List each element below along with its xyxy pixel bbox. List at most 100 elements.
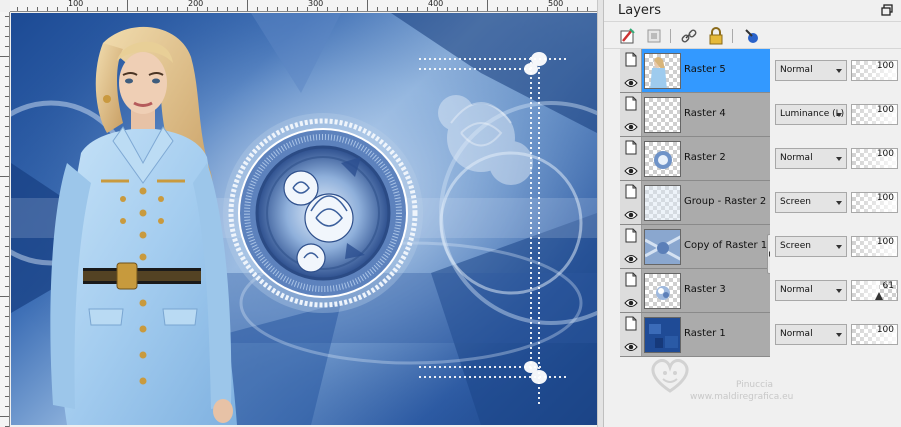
ruler-tick (5, 376, 9, 377)
watermark-name: Pinuccia (736, 380, 774, 390)
blend-mode-value: Luminance (L) (780, 109, 845, 119)
ruler-tick (407, 7, 408, 11)
ruler-tick (187, 7, 188, 11)
visibility-eye-icon[interactable] (624, 338, 638, 351)
blend-mode-dropdown[interactable]: Screen (775, 236, 847, 257)
ruler-tick (287, 7, 288, 11)
layer-page-icon[interactable] (624, 184, 638, 199)
ruler-tick (307, 7, 308, 11)
ruler-label: 500 (548, 0, 564, 8)
layer-row[interactable]: Raster 2 (620, 137, 770, 181)
ruler-tick (297, 7, 298, 11)
blend-mode-value: Screen (780, 241, 811, 251)
ruler-tick (137, 7, 138, 11)
visibility-eye-icon[interactable] (624, 74, 638, 87)
ruler-tick (577, 7, 578, 11)
ruler-tick (5, 66, 9, 67)
layer-page-icon[interactable] (624, 52, 638, 67)
panel-header: Layers (604, 0, 901, 22)
layer-row[interactable]: Raster 3 (620, 269, 770, 313)
visibility-eye-icon[interactable] (624, 162, 638, 175)
canvas-image[interactable] (11, 13, 597, 425)
layers-toolbar (604, 23, 901, 49)
layer-thumbnail[interactable] (644, 185, 681, 221)
ruler-tick (227, 7, 228, 11)
ruler-tick (0, 296, 9, 297)
chevron-down-icon (836, 113, 842, 117)
ruler-tick (317, 7, 318, 11)
blend-mode-value: Screen (780, 197, 811, 207)
visibility-eye-icon[interactable] (624, 206, 638, 219)
blend-mode-dropdown[interactable]: Luminance (L) (775, 104, 847, 125)
layer-name: Group - Raster 2 (684, 196, 767, 207)
lock-layer-icon[interactable] (706, 27, 726, 45)
opacity-slider[interactable]: 100 (851, 60, 898, 81)
ruler-tick (327, 7, 328, 11)
heart-logo-icon (651, 359, 689, 393)
blend-mode-dropdown[interactable]: Screen (775, 192, 847, 213)
layer-page-icon[interactable] (624, 140, 638, 155)
layer-row[interactable]: Raster 1 (620, 313, 770, 357)
ruler-tick (417, 7, 418, 11)
layer-page-icon[interactable] (624, 96, 638, 111)
layer-controls-strip (620, 269, 642, 312)
layer-thumbnail[interactable] (644, 141, 681, 177)
opacity-slider[interactable]: 100 (851, 104, 898, 125)
blend-mode-value: Normal (780, 285, 813, 295)
ruler-tick (517, 7, 518, 11)
opacity-value: 61 (882, 281, 894, 291)
opacity-slider[interactable]: 61 (851, 280, 898, 301)
ruler-tick (537, 7, 538, 11)
watermark: Pinuccia www.maldiregrafica.eu (650, 359, 850, 409)
layer-name: Raster 2 (684, 152, 726, 163)
layer-thumbnail[interactable] (644, 53, 681, 89)
chevron-down-icon (836, 289, 842, 293)
link-layers-icon[interactable] (680, 27, 700, 45)
layer-controls-strip (620, 313, 642, 356)
new-raster-layer-icon[interactable] (618, 27, 638, 45)
layer-property-row: Normal 100 (770, 137, 901, 181)
layer-page-icon[interactable] (624, 272, 638, 287)
ruler-tick (77, 7, 78, 11)
blend-mode-dropdown[interactable]: Normal (775, 324, 847, 345)
layer-row[interactable]: Copy of Raster 1 (620, 225, 770, 269)
ruler-tick (467, 7, 468, 11)
new-mask-layer-icon[interactable] (644, 27, 664, 45)
layer-page-icon[interactable] (624, 316, 638, 331)
layer-thumbnail[interactable] (644, 229, 681, 265)
ruler-tick (5, 346, 9, 347)
opacity-slider[interactable]: 100 (851, 148, 898, 169)
blend-mode-dropdown[interactable]: Normal (775, 280, 847, 301)
layer-row[interactable]: Raster 5 (620, 49, 770, 93)
ruler-tick (5, 146, 9, 147)
blend-mode-dropdown[interactable]: Normal (775, 60, 847, 81)
layer-row[interactable]: Raster 4 (620, 93, 770, 137)
layer-property-row: Normal 100 (770, 313, 901, 357)
ruler-tick (67, 7, 68, 11)
visibility-eye-icon[interactable] (624, 294, 638, 307)
visibility-eye-icon[interactable] (624, 250, 638, 263)
opacity-slider[interactable]: 100 (851, 192, 898, 213)
layer-page-icon[interactable] (624, 228, 638, 243)
layer-thumbnail[interactable] (644, 97, 681, 133)
ruler-tick (5, 406, 9, 407)
ruler-tick (397, 7, 398, 11)
ruler-tick (5, 276, 9, 277)
layer-property-row: Screen 100 (770, 225, 901, 269)
opacity-slider[interactable]: 100 (851, 236, 898, 257)
visibility-eye-icon[interactable] (624, 118, 638, 131)
layer-property-row: Screen 100 (770, 181, 901, 225)
ruler-tick (547, 7, 548, 11)
blend-mode-dropdown[interactable]: Normal (775, 148, 847, 169)
layer-row[interactable]: Group - Raster 2 (620, 181, 770, 225)
layer-thumbnail[interactable] (644, 273, 681, 309)
opacity-slider[interactable]: 100 (851, 324, 898, 345)
layer-styles-icon[interactable] (742, 27, 762, 45)
layer-thumbnail[interactable] (644, 317, 681, 353)
layer-name: Copy of Raster 1 (684, 240, 768, 251)
layer-name: Raster 4 (684, 108, 726, 119)
artwork (11, 13, 597, 425)
ruler-tick (5, 236, 9, 237)
ruler-tick (5, 96, 9, 97)
float-window-icon[interactable] (880, 4, 894, 18)
